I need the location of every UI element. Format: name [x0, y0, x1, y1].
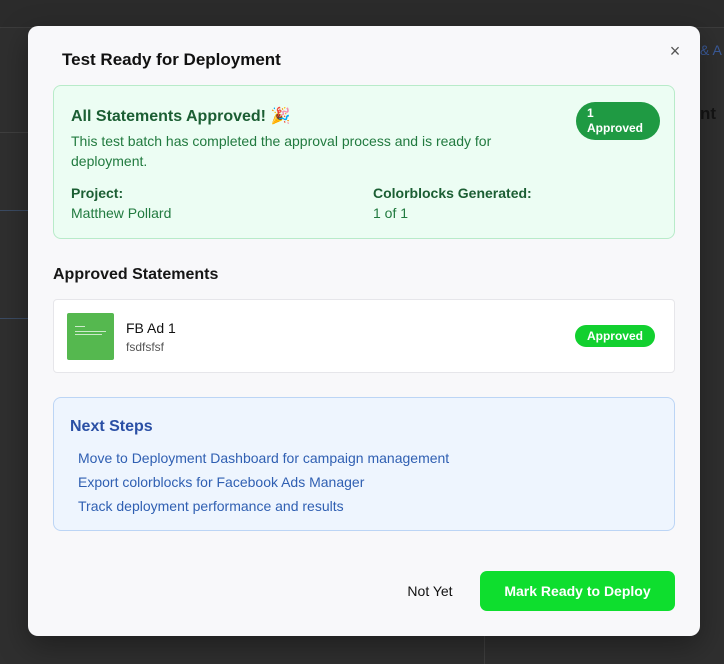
- not-yet-button[interactable]: Not Yet: [394, 571, 466, 611]
- background-topbar: [0, 0, 724, 28]
- background-title: nt: [700, 104, 717, 123]
- next-step-item: Move to Deployment Dashboard for campaig…: [78, 450, 450, 466]
- thumbnail-text-line: [75, 331, 106, 332]
- modal-title: Test Ready for Deployment: [62, 50, 281, 69]
- background-divider: [0, 132, 28, 133]
- project-label: Project:: [71, 185, 124, 201]
- close-icon[interactable]: ×: [664, 40, 686, 62]
- approved-count: 1: [587, 106, 594, 120]
- approved-count-label: Approved: [587, 121, 644, 135]
- statement-subtitle: fsdfsfsf: [126, 340, 165, 354]
- mark-ready-to-deploy-button[interactable]: Mark Ready to Deploy: [480, 571, 675, 611]
- background-divider: [0, 210, 28, 211]
- approval-status-card: All Statements Approved! 🎉 This test bat…: [53, 85, 675, 239]
- deployment-modal: Test Ready for Deployment × All Statemen…: [28, 26, 700, 636]
- statement-name: FB Ad 1: [126, 320, 176, 336]
- background-tabs: & A: [700, 42, 722, 58]
- statement-row: FB Ad 1 fsdfsfsf Approved: [53, 299, 675, 373]
- project-value: Matthew Pollard: [71, 205, 172, 221]
- status-badge: Approved: [575, 325, 655, 347]
- approval-heading: All Statements Approved! 🎉: [71, 108, 291, 125]
- colorblocks-value: 1 of 1: [373, 205, 409, 221]
- colorblocks-label: Colorblocks Generated:: [373, 185, 532, 201]
- next-steps-list: Move to Deployment Dashboard for campaig…: [78, 446, 449, 518]
- next-steps-title: Next Steps: [70, 418, 153, 435]
- next-step-item: Export colorblocks for Facebook Ads Mana…: [78, 474, 365, 490]
- thumbnail-text-line: [75, 334, 102, 335]
- thumbnail-text-line: [75, 326, 85, 327]
- approved-statements-title: Approved Statements: [53, 266, 219, 283]
- next-step-item: Track deployment performance and results: [78, 498, 344, 514]
- colorblock-thumbnail: [67, 313, 114, 360]
- approved-count-badge: 1 Approved: [576, 102, 660, 140]
- approval-description: This test batch has completed the approv…: [71, 133, 492, 169]
- next-steps-card: Next Steps Move to Deployment Dashboard …: [53, 397, 675, 531]
- background-divider: [0, 318, 28, 319]
